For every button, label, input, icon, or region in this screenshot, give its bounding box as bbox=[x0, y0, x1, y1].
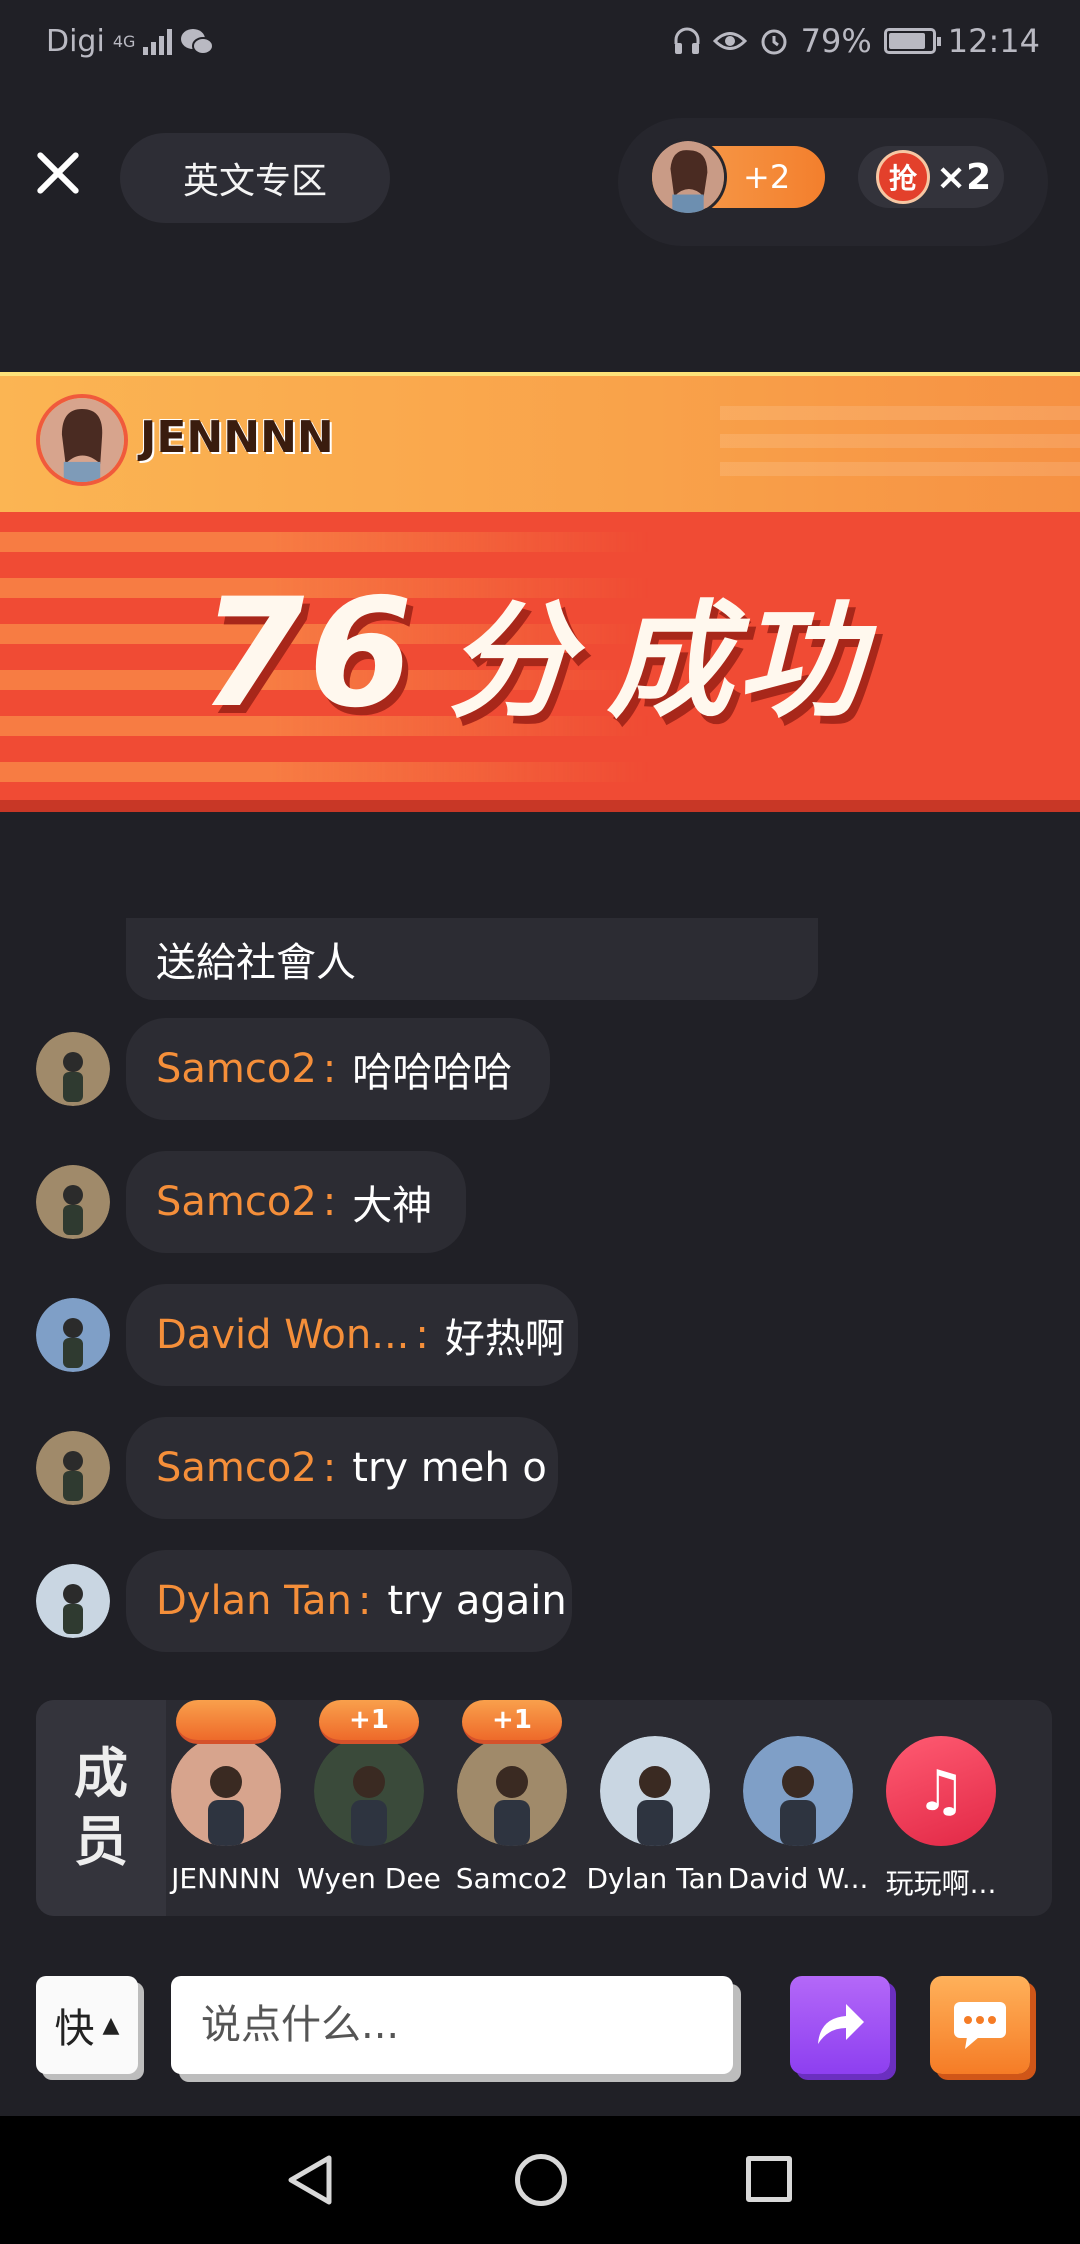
member-name: Wyen Dee bbox=[297, 1862, 441, 1895]
quick-label: 快 bbox=[54, 2006, 95, 2052]
chat-bubble: David Won...: 好热啊 bbox=[126, 1284, 578, 1386]
battery-percent: 79% bbox=[800, 22, 872, 60]
chat-username[interactable]: Samco2 bbox=[156, 1179, 317, 1225]
member-tag bbox=[176, 1700, 276, 1744]
member-tag: +1 bbox=[462, 1700, 562, 1744]
member-avatar bbox=[457, 1736, 567, 1846]
rob-count: ×2 bbox=[936, 156, 992, 198]
battery-icon bbox=[883, 28, 941, 54]
chat-bubble: Samco2: 大神 bbox=[126, 1151, 466, 1253]
message-icon bbox=[954, 2002, 1006, 2049]
member-name: 玩玩啊... bbox=[885, 1867, 997, 1900]
chat-message: 送給社會人 bbox=[126, 918, 818, 1000]
chat-separator: : bbox=[322, 1046, 337, 1092]
member-item[interactable]: JENNNN bbox=[156, 1700, 296, 1916]
score-result-text: 76 分成功 bbox=[200, 560, 867, 742]
close-button[interactable] bbox=[30, 145, 86, 201]
chat-text: try again bbox=[387, 1578, 567, 1624]
chat-separator: : bbox=[322, 1179, 337, 1225]
grab-avatar bbox=[649, 138, 727, 216]
share-button[interactable] bbox=[790, 1976, 890, 2074]
member-item[interactable]: David W... bbox=[728, 1700, 868, 1916]
member-avatar bbox=[171, 1736, 281, 1846]
score-unit: 分 bbox=[446, 588, 577, 735]
chat-separator: : bbox=[357, 1578, 372, 1624]
user-avatar[interactable] bbox=[36, 1564, 110, 1638]
member-item[interactable]: +1 Samco2 bbox=[442, 1700, 582, 1916]
user-avatar[interactable] bbox=[36, 1431, 110, 1505]
score-value: 76 bbox=[200, 567, 417, 741]
member-name: David W... bbox=[727, 1862, 869, 1895]
chat-input[interactable] bbox=[171, 1976, 733, 2074]
grab-count: +2 bbox=[743, 158, 791, 196]
chat-bubble: Samco2: try meh o bbox=[126, 1417, 558, 1519]
caret-up-icon: ▲ bbox=[102, 2012, 120, 2038]
chat-text: 好热啊 bbox=[444, 1316, 565, 1362]
wechat-icon bbox=[181, 28, 215, 55]
chat-text: 哈哈哈哈 bbox=[352, 1050, 513, 1096]
system-nav-bar bbox=[0, 2116, 1080, 2244]
chat-separator: : bbox=[415, 1312, 429, 1358]
share-arrow-icon bbox=[818, 2004, 864, 2044]
signal-icon bbox=[143, 28, 173, 55]
chat-bubble-button[interactable] bbox=[930, 1976, 1030, 2074]
member-tag: +1 bbox=[319, 1700, 419, 1744]
chat-username[interactable]: Samco2 bbox=[156, 1046, 317, 1092]
back-icon[interactable] bbox=[285, 2154, 335, 2206]
chat-username[interactable]: David Won... bbox=[156, 1312, 409, 1358]
recents-icon[interactable] bbox=[746, 2156, 792, 2202]
rob-icon: 抢 bbox=[876, 150, 930, 204]
network-label: 4G bbox=[112, 32, 136, 51]
member-item[interactable]: Dylan Tan bbox=[585, 1700, 725, 1916]
music-note-icon: ♫ bbox=[886, 1736, 996, 1846]
chat-message-text: 送給社會人 bbox=[156, 940, 356, 986]
chat-username[interactable]: Samco2 bbox=[156, 1445, 317, 1491]
rob-pill[interactable]: 抢 ×2 bbox=[858, 146, 1004, 208]
banner-username: JENNNN bbox=[140, 412, 334, 463]
quick-phrase-button[interactable]: 快 ▲ bbox=[36, 1976, 138, 2074]
members-label: 成 员 bbox=[36, 1700, 166, 1916]
user-avatar[interactable] bbox=[36, 1165, 110, 1239]
member-item[interactable]: ♫ 玩玩啊... bbox=[871, 1700, 1011, 1916]
grab-pill[interactable]: +2 bbox=[649, 138, 825, 216]
banner-avatar bbox=[36, 394, 128, 486]
chat-text: 大神 bbox=[352, 1183, 433, 1229]
member-name: Dylan Tan bbox=[586, 1862, 724, 1895]
member-avatar bbox=[600, 1736, 710, 1846]
eye-comfort-icon bbox=[712, 32, 747, 50]
score-result: 成功 bbox=[606, 588, 867, 735]
user-avatar[interactable] bbox=[36, 1298, 110, 1372]
zone-button[interactable]: 英文专区 bbox=[120, 133, 390, 223]
member-name: JENNNN bbox=[171, 1862, 281, 1895]
member-avatar bbox=[743, 1736, 853, 1846]
user-avatar[interactable] bbox=[36, 1032, 110, 1106]
member-name: Samco2 bbox=[455, 1862, 569, 1895]
carrier-label: Digi bbox=[46, 24, 105, 59]
home-icon[interactable] bbox=[515, 2154, 567, 2206]
chat-bubble: Dylan Tan: try again bbox=[126, 1550, 572, 1652]
headset-icon bbox=[674, 27, 700, 54]
member-avatar bbox=[314, 1736, 424, 1846]
clock: 12:14 bbox=[947, 22, 1040, 60]
status-bar: Digi 4G 79% 12:14 bbox=[0, 0, 1080, 86]
alarm-icon bbox=[761, 29, 787, 55]
chat-bubble: Samco2: 哈哈哈哈 bbox=[126, 1018, 550, 1120]
chat-text: try meh o bbox=[352, 1445, 547, 1491]
chat-username[interactable]: Dylan Tan bbox=[156, 1578, 352, 1624]
member-item[interactable]: +1 Wyen Dee bbox=[297, 1700, 441, 1916]
chat-separator: : bbox=[322, 1445, 337, 1491]
members-panel: 成 员 JENNNN +1 Wyen Dee +1 Samco2 Dylan Tan Dav… bbox=[36, 1700, 1052, 1916]
